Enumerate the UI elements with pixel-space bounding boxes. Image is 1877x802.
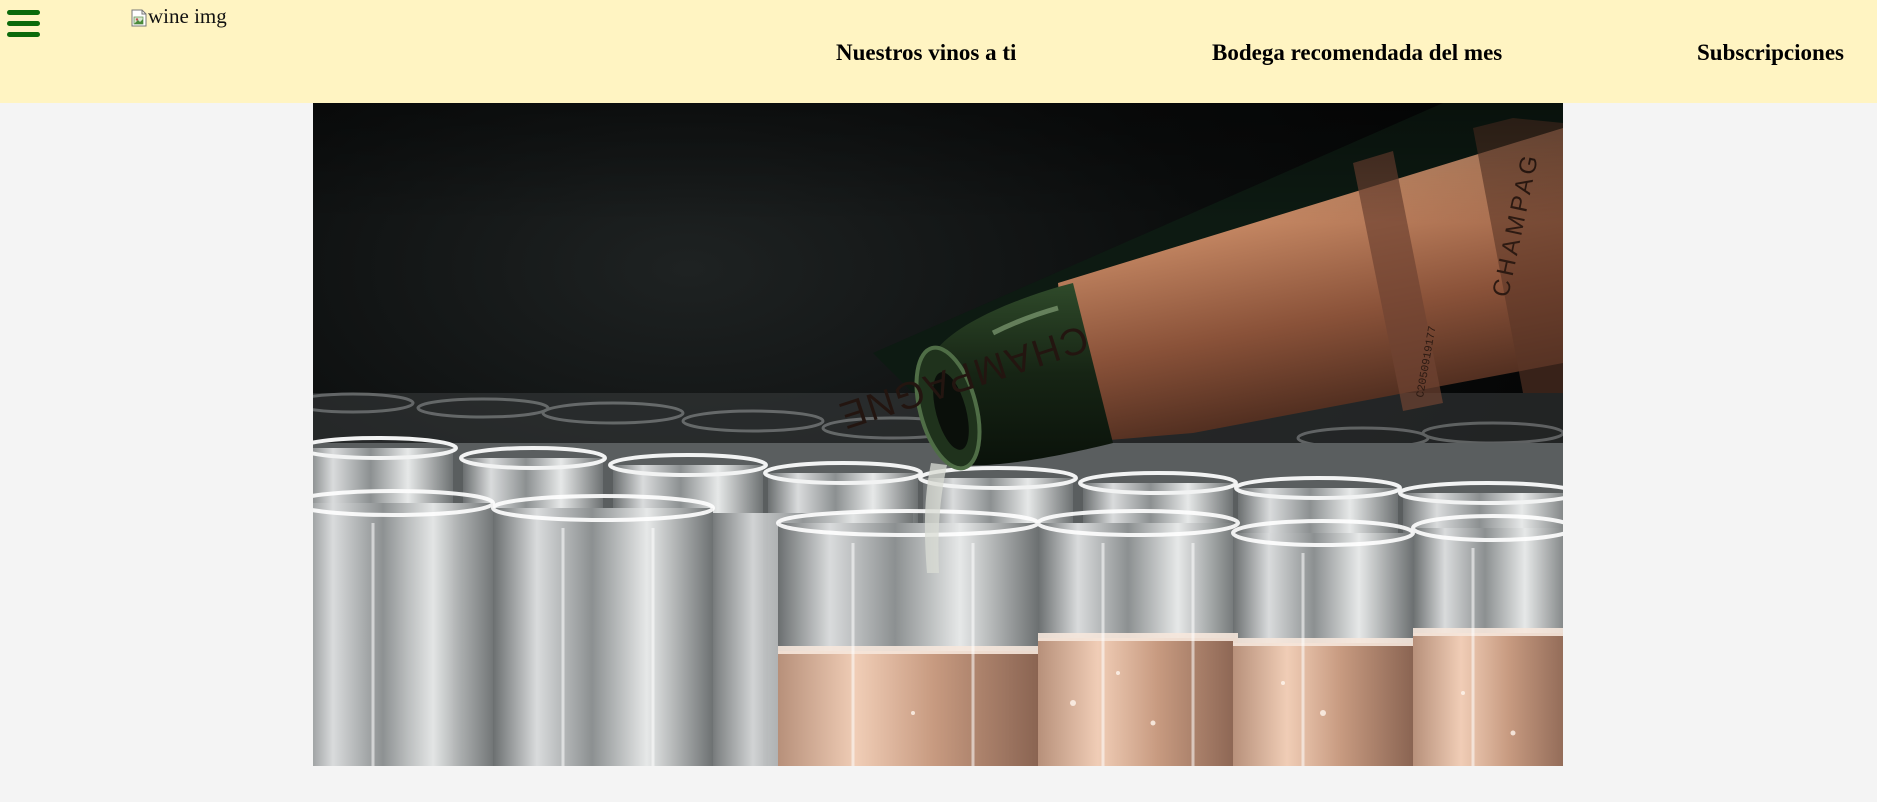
logo-image[interactable]: wine img bbox=[131, 4, 227, 29]
hamburger-line bbox=[7, 32, 40, 37]
logo-alt-text: wine img bbox=[148, 4, 227, 28]
hamburger-line bbox=[7, 10, 40, 15]
broken-image-icon bbox=[131, 8, 147, 26]
nav-link-subscripciones[interactable]: Subscripciones bbox=[1697, 40, 1844, 66]
nav-link-nuestros-vinos[interactable]: Nuestros vinos a ti bbox=[836, 40, 1016, 66]
champagne-photo: CHAMPAGNE CHAMPAG C2050919177 bbox=[313, 103, 1563, 766]
hero-image-champagne-pour: CHAMPAGNE CHAMPAG C2050919177 bbox=[313, 103, 1563, 766]
nav-link-bodega-recomendada[interactable]: Bodega recomendada del mes bbox=[1212, 40, 1502, 66]
top-navigation-bar: wine img Nuestros vinos a ti Bodega reco… bbox=[0, 0, 1877, 103]
hamburger-line bbox=[7, 21, 40, 26]
hamburger-menu-icon[interactable] bbox=[7, 10, 40, 40]
